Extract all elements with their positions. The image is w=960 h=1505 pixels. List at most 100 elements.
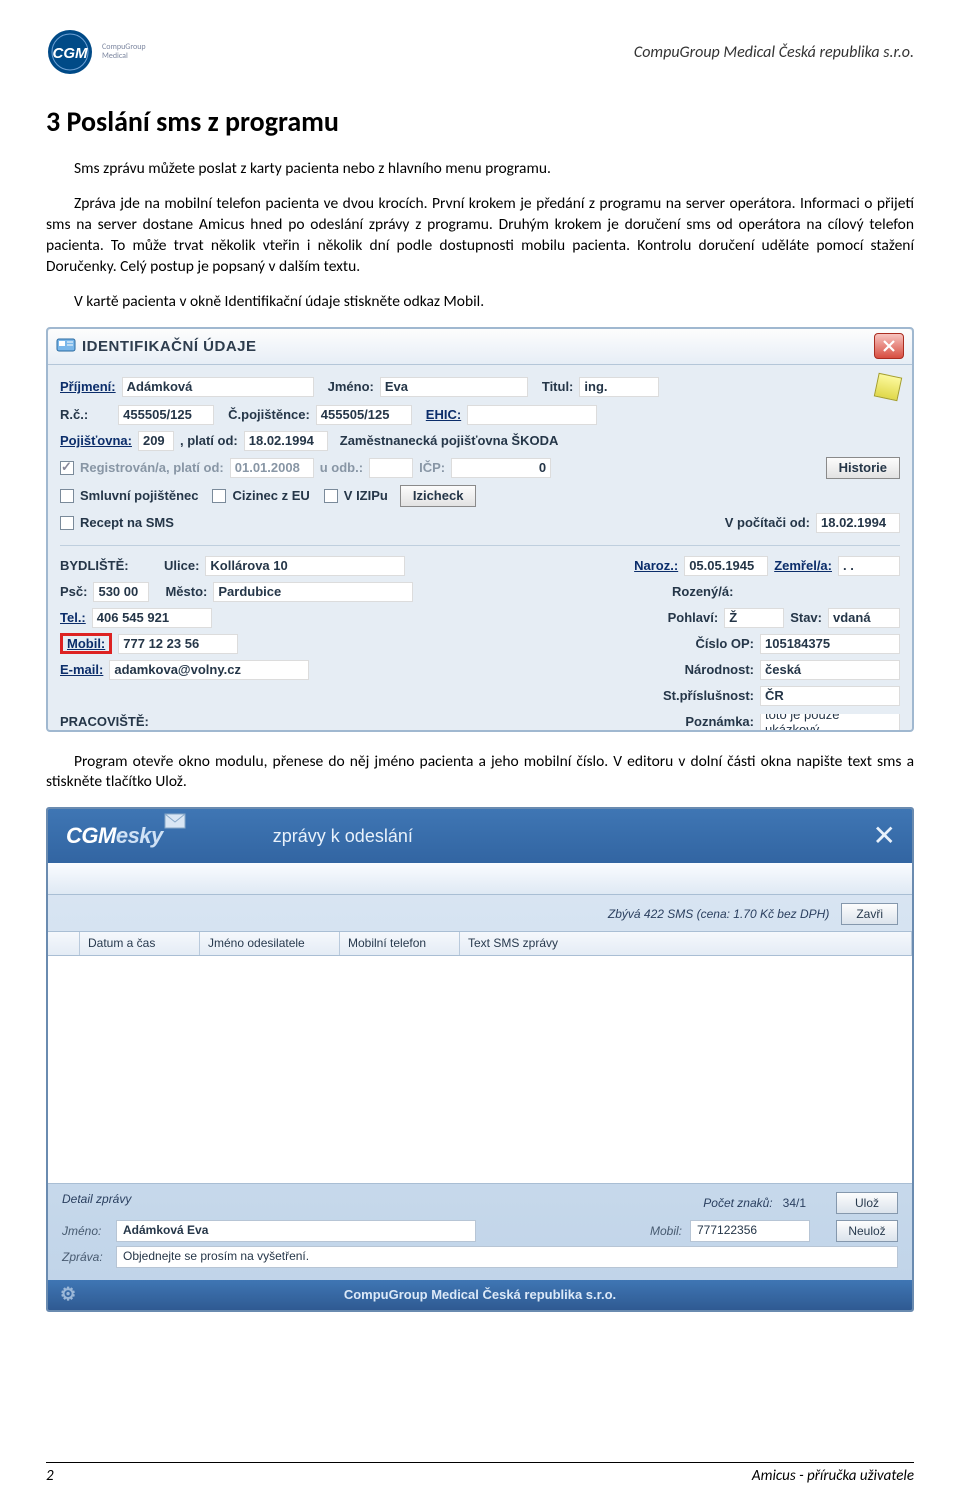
cizinec-label: Cizinec z EU bbox=[232, 488, 309, 503]
grid-header: Datum a čas Jméno odesilatele Mobilní te… bbox=[48, 931, 912, 955]
logo-text-2: Medical bbox=[102, 52, 146, 61]
card-icon bbox=[56, 336, 76, 357]
svg-text:CGM: CGM bbox=[53, 45, 89, 62]
detail-mobil-label: Mobil: bbox=[650, 1224, 682, 1238]
prijmeni-field[interactable]: Adámková bbox=[122, 377, 314, 397]
mesto-label: Město: bbox=[165, 584, 207, 599]
psc-label: Psč: bbox=[60, 584, 87, 599]
nosave-button[interactable]: Neulož bbox=[836, 1220, 898, 1242]
zemrel-field[interactable]: . . bbox=[838, 556, 900, 576]
zemrel-label[interactable]: Zemřel/a: bbox=[774, 558, 832, 573]
stav-field[interactable]: vdaná bbox=[828, 608, 900, 628]
registrovan-label: Registrován/a, platí od: bbox=[80, 460, 224, 475]
cizinec-checkbox[interactable] bbox=[212, 489, 226, 503]
icp-field[interactable]: 0 bbox=[451, 458, 551, 478]
stav-label: Stav: bbox=[790, 610, 822, 625]
header-company: CompuGroup Medical Česká republika s.r.o… bbox=[634, 43, 914, 62]
detail-mobil-field[interactable]: 777122356 bbox=[690, 1220, 810, 1242]
psc-field[interactable]: 530 00 bbox=[93, 582, 149, 602]
note-icon[interactable] bbox=[874, 372, 902, 400]
sms-remaining-status: Zbývá 422 SMS (cena: 1.70 Kč bez DPH) bbox=[608, 907, 829, 921]
narodnost-label: Národnost: bbox=[685, 662, 754, 677]
grid-body[interactable] bbox=[48, 956, 912, 1184]
jmeno-label: Jméno: bbox=[328, 379, 374, 394]
cgmesky-title: zprávy k odeslání bbox=[273, 826, 413, 847]
ehic-link[interactable]: EHIC: bbox=[426, 407, 461, 422]
ehic-field[interactable] bbox=[467, 405, 597, 425]
narodnost-field[interactable]: česká bbox=[760, 660, 900, 680]
uodb-label: u odb.: bbox=[320, 460, 363, 475]
titul-field[interactable]: ing. bbox=[579, 377, 659, 397]
izicheck-button[interactable]: Izicheck bbox=[400, 485, 477, 507]
manual-title: Amicus - příručka uživatele bbox=[752, 1467, 914, 1485]
col-jmeno[interactable]: Jméno odesilatele bbox=[200, 932, 340, 954]
cgmesky-toolbar bbox=[48, 863, 912, 895]
rozeny-label: Rozený/á: bbox=[672, 584, 900, 599]
recept-sms-checkbox[interactable] bbox=[60, 516, 74, 530]
cpoj-field[interactable]: 455505/125 bbox=[316, 405, 412, 425]
detail-jmeno-label: Jméno: bbox=[62, 1224, 108, 1238]
pohlavi-field[interactable]: Ž bbox=[724, 608, 784, 628]
paragraph-4: Program otevře okno modulu, přenese do n… bbox=[46, 752, 914, 794]
detail-zprava-field[interactable]: Objednejte se prosím na vyšetření. bbox=[116, 1246, 898, 1268]
ulice-label: Ulice: bbox=[164, 558, 199, 573]
pojistovna-label[interactable]: Pojišťovna: bbox=[60, 433, 132, 448]
detail-jmeno-field[interactable]: Adámková Eva bbox=[116, 1220, 476, 1242]
plati-od-field[interactable]: 18.02.1994 bbox=[244, 431, 328, 451]
tel-field[interactable]: 406 545 921 bbox=[92, 608, 212, 628]
icp-label: IČP: bbox=[419, 460, 445, 475]
cop-field[interactable]: 105184375 bbox=[760, 634, 900, 654]
prijmeni-label[interactable]: Příjmení: bbox=[60, 379, 116, 394]
registrovan-checkbox[interactable] bbox=[60, 461, 74, 475]
page-header: CGM CompuGroup Medical CompuGroup Medica… bbox=[46, 28, 914, 76]
page-footer: 2 Amicus - příručka uživatele bbox=[46, 1462, 914, 1485]
pojistovna-code[interactable]: 209 bbox=[138, 431, 174, 451]
bydliste-label: BYDLIŠTĚ: bbox=[60, 558, 158, 573]
ulice-field[interactable]: Kollárova 10 bbox=[205, 556, 405, 576]
envelope-icon bbox=[164, 813, 186, 832]
save-button[interactable]: Ulož bbox=[836, 1192, 898, 1214]
cop-label: Číslo OP: bbox=[695, 636, 754, 651]
vpocitaci-field[interactable]: 18.02.1994 bbox=[816, 513, 900, 533]
col-mobil[interactable]: Mobilní telefon bbox=[340, 932, 460, 954]
col-text[interactable]: Text SMS zprávy bbox=[460, 932, 912, 954]
close-button[interactable]: Zavři bbox=[841, 903, 898, 925]
gear-icon[interactable]: ⚙ bbox=[60, 1284, 76, 1305]
section-title: 3 Poslání sms z programu bbox=[46, 104, 914, 139]
char-count-label: Počet znaků: bbox=[703, 1196, 772, 1210]
izip-checkbox[interactable] bbox=[324, 489, 338, 503]
jmeno-field[interactable]: Eva bbox=[380, 377, 528, 397]
close-icon[interactable] bbox=[874, 333, 904, 359]
paragraph-3: V kartě pacienta v okně Identifikační úd… bbox=[46, 292, 914, 313]
smluvni-checkbox[interactable] bbox=[60, 489, 74, 503]
pohlavi-label: Pohlaví: bbox=[668, 610, 719, 625]
close-icon[interactable]: ✕ bbox=[873, 819, 896, 852]
cgmesky-logo: CGMesky bbox=[66, 823, 163, 849]
email-label[interactable]: E-mail: bbox=[60, 662, 103, 677]
titul-label: Titul: bbox=[542, 379, 574, 394]
rc-label: R.č.: bbox=[60, 407, 88, 422]
email-field[interactable]: adamkova@volny.cz bbox=[109, 660, 309, 680]
vpocitaci-label: V počítači od: bbox=[725, 515, 810, 530]
mesto-field[interactable]: Pardubice bbox=[213, 582, 413, 602]
cpoj-label: Č.pojištěnce: bbox=[228, 407, 310, 422]
page-number: 2 bbox=[46, 1467, 54, 1485]
stpris-field[interactable]: ČR bbox=[760, 686, 900, 706]
poznamka-field[interactable]: toto je pouze ukázkový bbox=[760, 714, 900, 730]
col-datum[interactable]: Datum a čas bbox=[80, 932, 200, 954]
id-title: IDENTIFIKAČNÍ ÚDAJE bbox=[82, 338, 257, 355]
mobil-field[interactable]: 777 12 23 56 bbox=[118, 634, 238, 654]
historie-button[interactable]: Historie bbox=[826, 457, 900, 479]
naroz-label[interactable]: Naroz.: bbox=[634, 558, 678, 573]
tel-label[interactable]: Tel.: bbox=[60, 610, 86, 625]
mobil-link-highlighted[interactable]: Mobil: bbox=[60, 633, 112, 654]
smluvni-label: Smluvní pojištěnec bbox=[80, 488, 198, 503]
pojistovna-name: Zaměstnanecká pojišťovna ŠKODA bbox=[340, 433, 559, 448]
registrovan-od[interactable]: 01.01.2008 bbox=[230, 458, 314, 478]
cgm-footer-text: CompuGroup Medical Česká republika s.r.o… bbox=[344, 1287, 616, 1302]
char-count-value: 34/1 bbox=[783, 1196, 806, 1210]
poznamka-label: Poznámka: bbox=[685, 714, 754, 729]
uodb-field[interactable] bbox=[369, 458, 413, 478]
naroz-field[interactable]: 05.05.1945 bbox=[684, 556, 768, 576]
rc-field[interactable]: 455505/125 bbox=[118, 405, 214, 425]
